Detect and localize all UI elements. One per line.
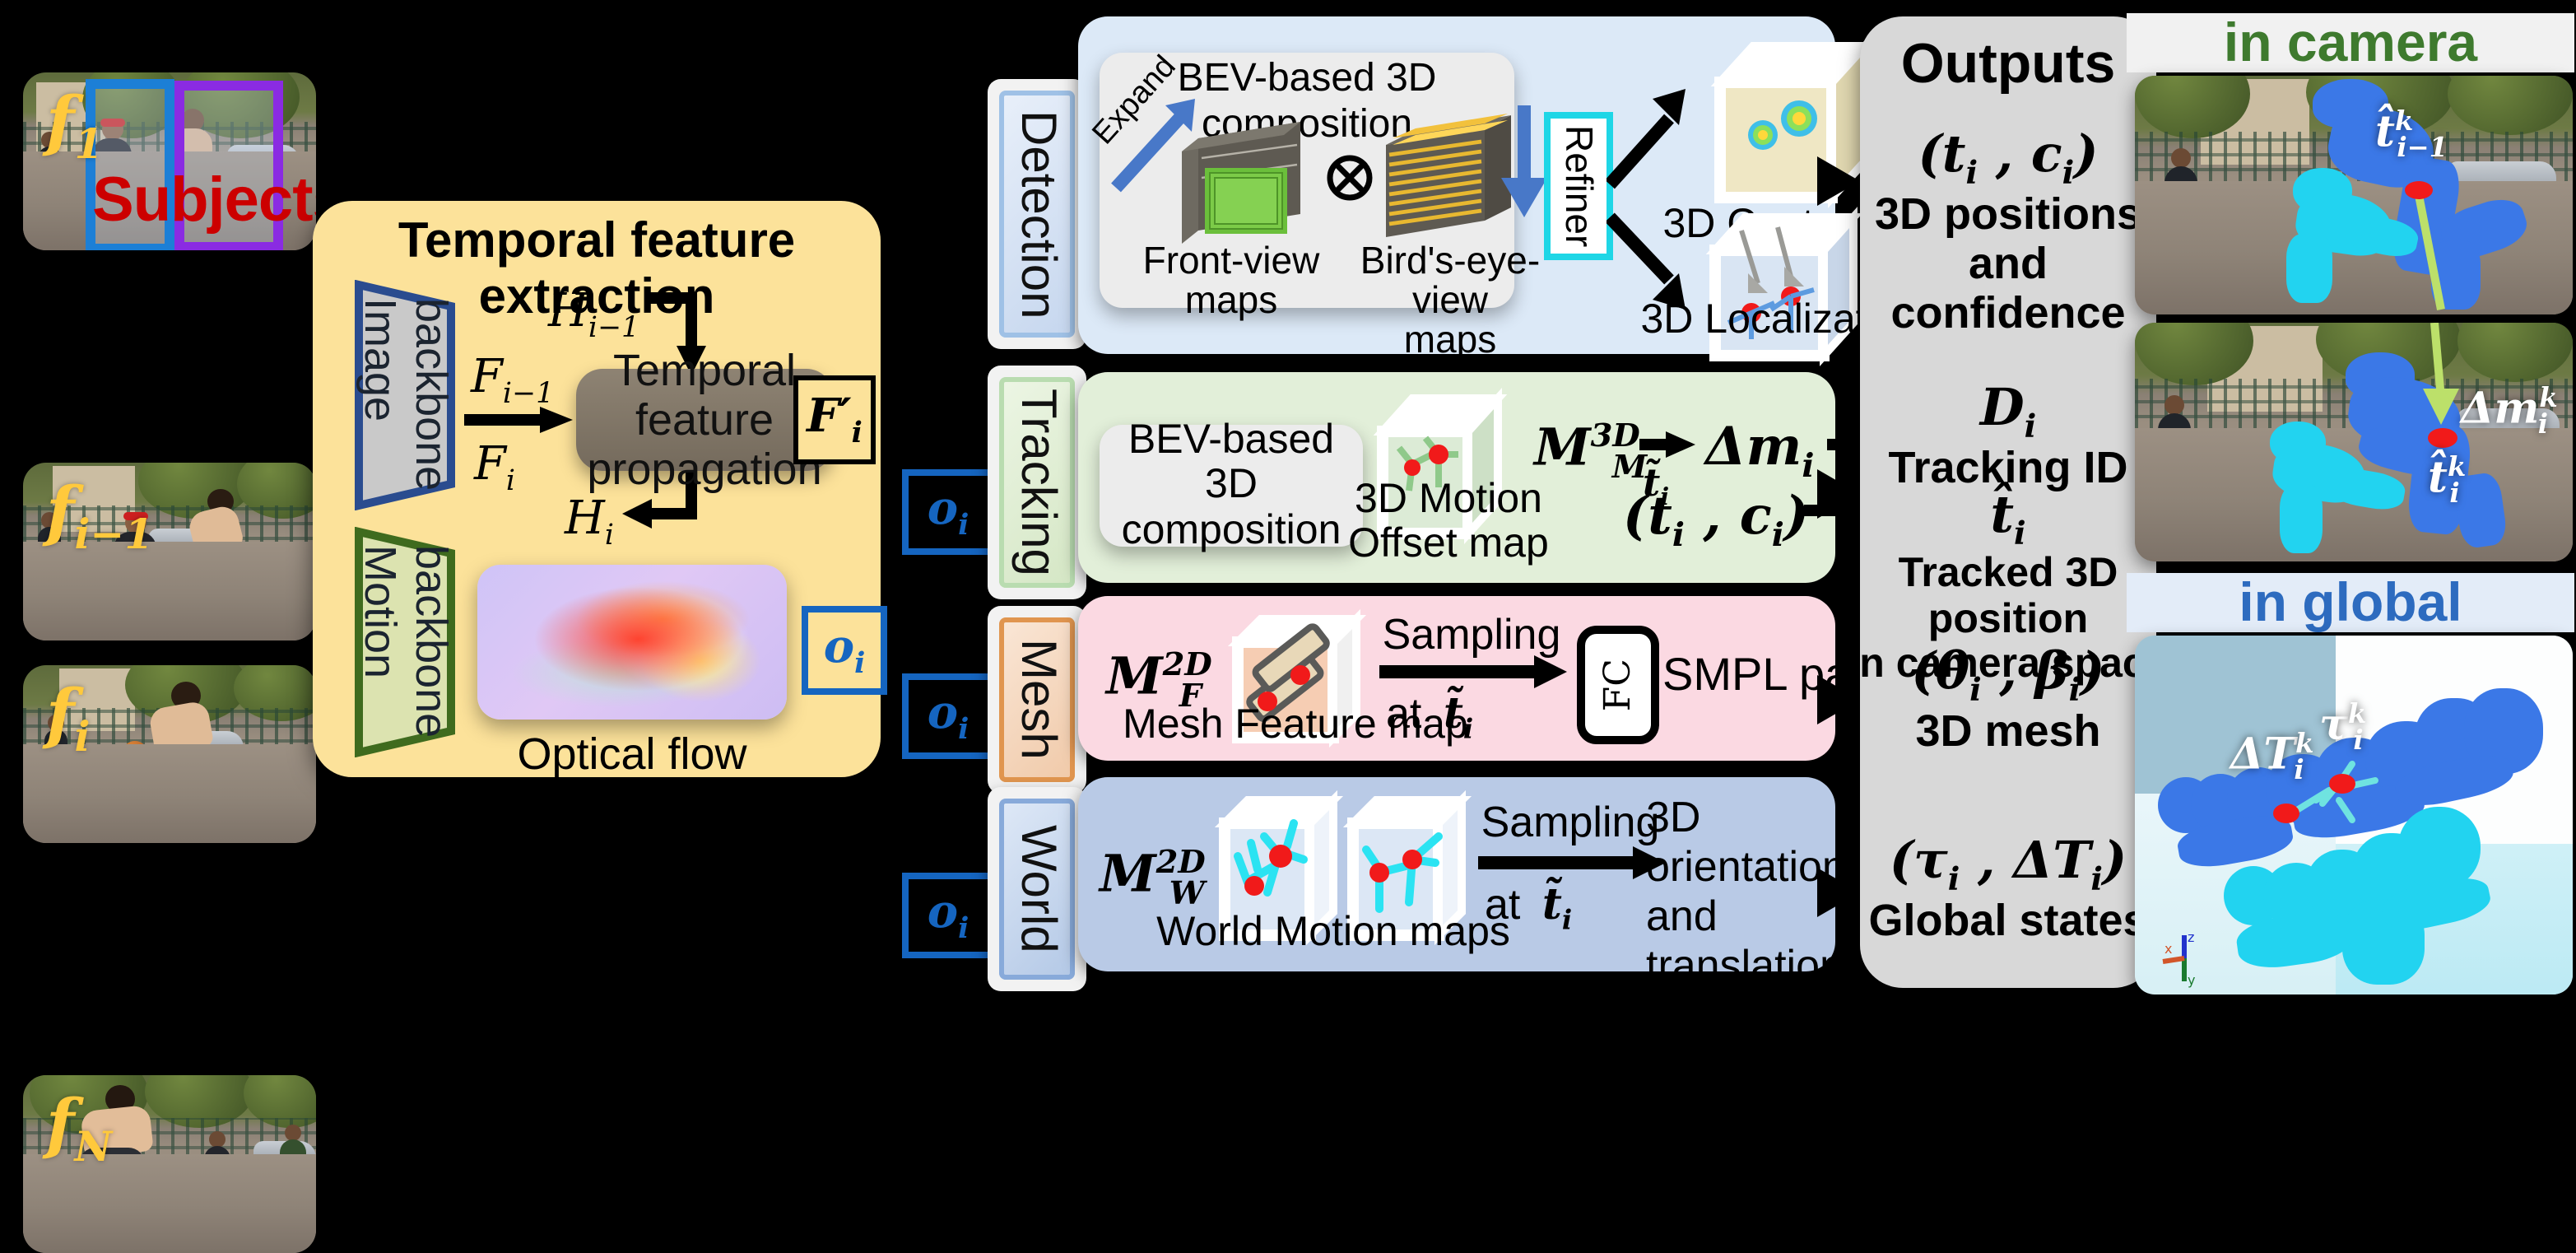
output-caption-line-1: Global states [1868, 896, 2148, 946]
world-motion-caption: World Motion maps [1156, 909, 1510, 955]
tab-world[interactable]: World [988, 787, 1086, 991]
global-result-image: ΔTki τki x y z [2135, 636, 2573, 994]
delta-m-output: Δmi [1705, 415, 1815, 485]
output-item-mesh: (θi , βi) 3D mesh [1860, 642, 2156, 757]
tab-mesh-label: Mesh [1011, 639, 1065, 761]
output-caption-line-2: and confidence [1890, 238, 2126, 338]
delta-T-label: ΔTki [2230, 728, 2314, 785]
outputs-title: Outputs [1900, 33, 2116, 95]
world-sampling-at: at t̃i [1485, 879, 1573, 936]
output-item-positions: (ti , ci) 3D positions and confidence [1860, 125, 2156, 338]
o-i-box-tracking: oi [902, 469, 994, 555]
o-i-box-mesh: oi [902, 673, 994, 759]
tracked-point-cur [2428, 428, 2457, 448]
mesh-sampling-arrow [1379, 655, 1567, 688]
global-coordinates-header: in global coordinates [2127, 572, 2574, 691]
motion-offset-caption: 3D Motion Offset map [1348, 476, 1549, 566]
global-point-cur [2329, 774, 2355, 794]
output-item-global: (τi , ΔTi) Global states [1860, 831, 2156, 947]
localization-map-cube [1705, 206, 1863, 367]
motion-backbone-label: Motion backbone [356, 545, 456, 739]
output-symbol: t̂i [1990, 486, 2026, 552]
refiner-label: Refiner [1558, 124, 1601, 248]
motion-offset-symbol: M3DM [1534, 417, 1648, 486]
o-i-box-world: oi [902, 873, 994, 958]
front-view-maps-cube [1182, 122, 1300, 244]
axis-triad-icon: x y z [2162, 929, 2195, 988]
fc-layer-box[interactable]: FC [1577, 626, 1659, 744]
outputs-in-arrow-4 [1817, 868, 1860, 917]
tau-label: τki [2319, 698, 2367, 756]
mesh-sampling-at: at t̃i [1386, 688, 1474, 745]
frame-2: fi−1 [23, 463, 316, 640]
svg-text:y: y [2188, 972, 2195, 988]
output-symbol: Di [1979, 379, 2037, 445]
frame-label-3: fi [46, 675, 91, 761]
image-backbone-label: Image backbone [356, 298, 456, 492]
tab-detection[interactable]: Detection [988, 79, 1086, 349]
frame-1: f1 Subjects [23, 72, 316, 250]
output-caption-line-1: 3D positions [1874, 189, 2141, 240]
delta-m-label: Δmki [2461, 382, 2558, 440]
output-symbol: (θi , βi) [1911, 642, 2105, 709]
mesh-sampling-label: Sampling [1382, 609, 1561, 659]
hidden-prev-label: Hi−1 [548, 283, 640, 346]
frame-label-2: fi−1 [46, 473, 154, 558]
o-i-box-temporal: oi [802, 606, 887, 695]
frame-3: fi [23, 665, 316, 843]
tracked-position-cur-label: t̂ki [2428, 451, 2467, 509]
optical-flow-map [477, 565, 787, 720]
t-c-to-memory: (ti , ci) [1623, 484, 1810, 554]
bev-composition-card-tracking: BEV-based 3D composition [1100, 417, 1363, 552]
camera-result-image-cur: t̂ki Δmki [2135, 323, 2573, 561]
output-item-tracking-id: Di Tracking ID [1860, 379, 2156, 494]
tracked-position-prev-label: t̂ki−1 [2375, 105, 2448, 163]
front-view-maps-caption: Front-view maps [1142, 239, 1320, 322]
output-caption-line-1: 3D mesh [1915, 706, 2101, 757]
output-symbol: (τi , ΔTi) [1889, 831, 2127, 898]
tab-tracking-label: Tracking [1011, 389, 1065, 576]
tab-mesh[interactable]: Mesh [988, 606, 1086, 794]
f-prime-output-box: F′i [793, 375, 876, 464]
optical-flow-caption: Optical flow map [517, 729, 747, 830]
tab-world-label: World [1011, 825, 1065, 953]
outputs-in-arrow-1 [1817, 156, 1860, 206]
camera-coordinates-header: in camera coordinates [2127, 12, 2574, 131]
feature-to-propagation-arrow [464, 407, 573, 433]
motion-output-arrow [1639, 431, 1695, 458]
tracked-point-prev [2405, 181, 2433, 199]
world-sampling-arrow [1478, 846, 1666, 879]
output-caption-line-1: Tracked 3D position [1898, 550, 2118, 642]
bev-maps-caption: Bird's-eye-view maps [1360, 239, 1541, 361]
svg-text:z: z [2188, 929, 2194, 945]
tensor-product-icon [1327, 155, 1373, 201]
world-motion-symbol: M2DW [1100, 843, 1206, 912]
camera-result-image-prev: t̂ki−1 [2135, 76, 2573, 314]
output-symbol: (ti , ci) [1918, 125, 2099, 192]
refiner-box[interactable]: Refiner [1544, 112, 1613, 260]
tab-tracking[interactable]: Tracking [988, 366, 1086, 599]
world-output-text: 3D orientation and translation offset in… [1646, 792, 1867, 1137]
frame-label-4: fN [46, 1085, 113, 1171]
tab-detection-label: Detection [1011, 109, 1065, 319]
fc-label: FC [1597, 658, 1639, 712]
hidden-cur-label: Hi [565, 491, 614, 553]
frame-4: fN [23, 1075, 316, 1253]
feature-cur-label: Fi [474, 436, 515, 499]
frame-label-1: f1 [46, 82, 104, 168]
subjects-label: Subjects [92, 166, 316, 235]
svg-text:x: x [2164, 941, 2172, 957]
world-sampling-label: Sampling [1481, 797, 1660, 846]
global-point-prev [2273, 804, 2299, 823]
